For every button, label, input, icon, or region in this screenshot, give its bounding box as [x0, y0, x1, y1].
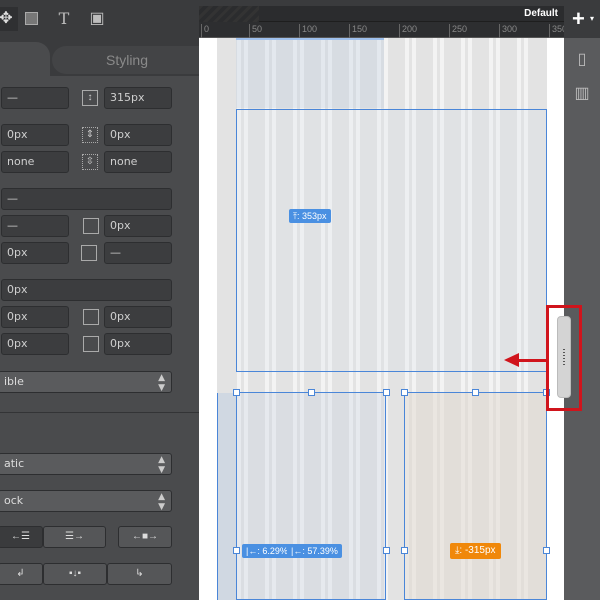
margin-top-field[interactable]: 0px: [1, 124, 69, 146]
height-icon: ↕: [82, 90, 98, 106]
move-tool-icon[interactable]: ✥: [0, 7, 18, 31]
margin-vertical-icon: ⇕: [82, 127, 98, 143]
clear-both-icon: ▪↓▪: [68, 568, 82, 579]
clear-right-icon: ↳: [135, 568, 144, 579]
resize-handle-tm[interactable]: [472, 389, 479, 396]
border-tr-icon: [83, 309, 99, 325]
float-none-button[interactable]: ←■→: [118, 526, 172, 548]
resize-handle-ml[interactable]: [401, 547, 408, 554]
ruler-tick: 50: [249, 24, 262, 38]
ruler: 0 50 100 150 200 250 300 350: [199, 22, 567, 38]
padding-b-field[interactable]: —: [104, 242, 172, 264]
position-value: atic: [4, 457, 25, 470]
max-vertical-icon: ⇳: [82, 154, 98, 170]
border-br-field[interactable]: 0px: [104, 333, 172, 355]
right-column-box[interactable]: [404, 392, 547, 600]
float-left-button[interactable]: ←☰: [0, 526, 43, 548]
selected-section-box[interactable]: [236, 109, 547, 372]
min-height-field[interactable]: —: [1, 87, 69, 109]
border-bl-icon: [83, 336, 99, 352]
box-tool-icon[interactable]: [19, 7, 43, 31]
left-column-box[interactable]: [236, 392, 386, 600]
left-gutter-element: [217, 393, 237, 600]
resize-handle-tl[interactable]: [233, 389, 240, 396]
select-arrows-icon: ▲ ▼: [158, 455, 165, 475]
display-value: ock: [4, 494, 24, 507]
image-tool-icon[interactable]: ▣: [85, 7, 109, 31]
clear-right-button[interactable]: ↳: [107, 563, 172, 585]
app: ✥ T ▣ Styling — ↕ 315px 0px ⇕ 0px none ⇳…: [0, 0, 600, 600]
resize-handle-ml[interactable]: [233, 547, 240, 554]
height-field[interactable]: 315px: [104, 87, 172, 109]
ruler-tick: 0: [201, 24, 209, 38]
annotation-arrow-line: [518, 359, 548, 362]
tab-active[interactable]: [0, 42, 50, 82]
select-arrows-icon: ▲ ▼: [158, 373, 165, 393]
width-offset-badge: |←: 57.39%: [287, 544, 342, 558]
max-bottom-field[interactable]: none: [104, 151, 172, 173]
text-tool-icon[interactable]: T: [52, 7, 76, 31]
overflow-select[interactable]: ible ▲ ▼: [0, 371, 172, 393]
margin-bottom-badge: ⤓: -315px: [450, 543, 501, 559]
resize-handle-mr[interactable]: [383, 547, 390, 554]
resize-handle-tl[interactable]: [401, 389, 408, 396]
tool-bar: ✥ T ▣: [0, 0, 199, 38]
resize-handle-tr[interactable]: [383, 389, 390, 396]
float-left-icon: ←☰: [11, 531, 30, 542]
margin-bottom-field[interactable]: 0px: [104, 124, 172, 146]
overflow-value: ible: [4, 375, 24, 388]
media-query-bar[interactable]: Default: [199, 6, 564, 22]
padding-left-field[interactable]: —: [1, 215, 69, 237]
margin-top-badge: ⤒: 353px: [289, 209, 331, 223]
section-divider: [0, 412, 199, 413]
ruler-tick: 200: [399, 24, 417, 38]
clear-left-button[interactable]: ↲: [0, 563, 43, 585]
padding-left-icon: [81, 245, 97, 261]
tab-styling[interactable]: Styling: [52, 46, 202, 74]
design-canvas[interactable]: ⤒: 353px |←: 6.29% |←: 57.39% ⤓: -315px: [199, 38, 564, 600]
top-element[interactable]: [236, 38, 384, 108]
chevron-down-icon[interactable]: ▾: [590, 14, 594, 23]
ruler-tick: 100: [299, 24, 317, 38]
padding-right-icon: [83, 218, 99, 234]
add-element-button[interactable]: +: [572, 8, 585, 30]
border-right-field[interactable]: 0px: [104, 306, 172, 328]
resize-handle-tm[interactable]: [308, 389, 315, 396]
ruler-tick: 300: [499, 24, 517, 38]
display-select[interactable]: ock ▲ ▼: [0, 490, 172, 512]
border-left-field[interactable]: 0px: [1, 306, 69, 328]
resize-handle-mr[interactable]: [543, 547, 550, 554]
media-hatch: [199, 6, 259, 22]
clear-left-icon: ↲: [16, 568, 25, 579]
position-select[interactable]: atic ▲ ▼: [0, 453, 172, 475]
border-bl-field[interactable]: 0px: [1, 333, 69, 355]
ruler-tick: 150: [349, 24, 367, 38]
padding-right-field[interactable]: 0px: [104, 215, 172, 237]
select-arrows-icon: ▲ ▼: [158, 492, 165, 512]
media-query-label[interactable]: Default: [524, 8, 558, 19]
preview-icon[interactable]: ▯: [572, 50, 592, 70]
float-right-button[interactable]: ☰→: [43, 526, 106, 548]
panel-tabs: Styling: [0, 38, 202, 82]
full-row-field[interactable]: —: [1, 188, 172, 210]
annotation-highlight-box: [546, 305, 582, 411]
annotation-arrow-icon: [504, 353, 519, 367]
max-top-field[interactable]: none: [1, 151, 69, 173]
left-offset-badge: |←: 6.29%: [242, 544, 292, 558]
ruler-tick: 250: [449, 24, 467, 38]
float-none-icon: ←■→: [131, 531, 159, 542]
library-icon[interactable]: ▥: [572, 84, 592, 104]
style-panel: ✥ T ▣ Styling — ↕ 315px 0px ⇕ 0px none ⇳…: [0, 0, 202, 600]
float-right-icon: ☰→: [65, 531, 84, 542]
border-all-field[interactable]: 0px: [1, 279, 172, 301]
clear-both-button[interactable]: ▪↓▪: [43, 563, 107, 585]
padding-a-field[interactable]: 0px: [1, 242, 69, 264]
